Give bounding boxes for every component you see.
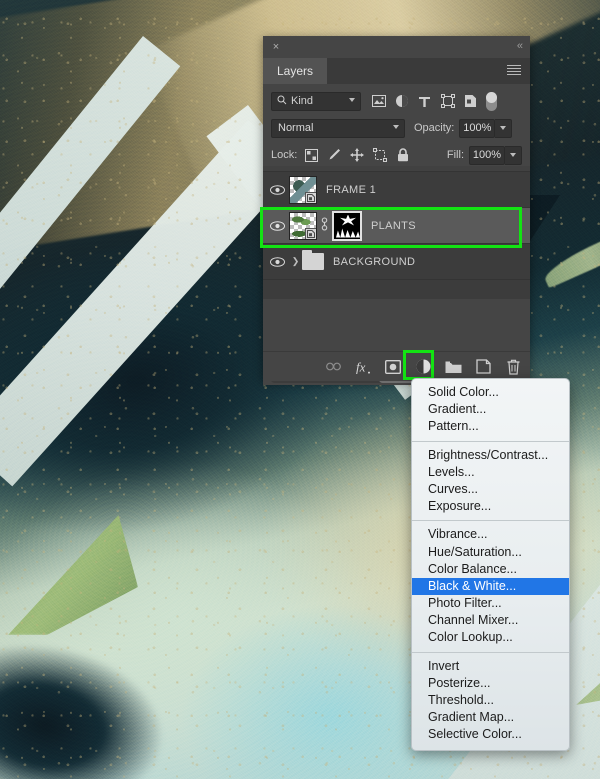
smart-object-filter-icon[interactable] — [463, 94, 478, 109]
layer-mask-shape-bottom — [336, 228, 360, 238]
chevron-down-icon — [500, 126, 507, 130]
layers-panel-footer: fx — [263, 351, 530, 381]
menu-item-posterize[interactable]: Posterize... — [412, 675, 569, 692]
link-layers-button[interactable] — [324, 358, 342, 376]
panel-tab-bar: Layers — [263, 58, 530, 84]
layer-row-background[interactable]: ❯ BACKGROUND — [263, 244, 530, 280]
layer-visibility-toggle-icon[interactable] — [265, 220, 289, 231]
screenshot-root: × « Layers Kind Normal Opacity: 100% Loc… — [0, 0, 600, 779]
menu-separator — [412, 440, 569, 442]
svg-text:fx: fx — [356, 359, 366, 374]
new-group-button[interactable] — [444, 358, 462, 376]
mask-link-icon[interactable] — [319, 217, 330, 234]
menu-item-color-lookup[interactable]: Color Lookup... — [412, 629, 569, 646]
search-icon — [277, 95, 287, 108]
lock-artboard-nesting-icon[interactable] — [373, 148, 388, 162]
menu-separator — [412, 520, 569, 522]
menu-item-gradient[interactable]: Gradient... — [412, 401, 569, 418]
delete-layer-button[interactable] — [504, 358, 522, 376]
adjustment-filter-icon[interactable] — [394, 94, 409, 109]
filter-icon-group — [371, 94, 478, 109]
layer-thumbnail[interactable] — [289, 175, 317, 204]
lock-row: Lock: Fill: 100% — [271, 144, 522, 166]
menu-item-threshold[interactable]: Threshold... — [412, 692, 569, 709]
layer-mask-thumbnail[interactable] — [332, 210, 362, 241]
chevron-right-icon[interactable]: ❯ — [289, 256, 302, 267]
fill-input[interactable]: 100% — [469, 145, 505, 165]
menu-item-exposure[interactable]: Exposure... — [412, 498, 569, 515]
layer-style-fx-button[interactable]: fx — [354, 358, 372, 376]
opacity-label: Opacity: — [414, 122, 455, 134]
fill-label: Fill: — [446, 149, 464, 161]
add-layer-mask-button[interactable] — [384, 358, 402, 376]
smart-object-badge-icon — [305, 191, 316, 203]
layer-visibility-toggle-icon[interactable] — [265, 184, 289, 195]
menu-item-black-white[interactable]: Black & White... — [412, 577, 569, 596]
menu-item-channel-mixer[interactable]: Channel Mixer... — [412, 612, 569, 629]
shape-filter-icon[interactable] — [440, 94, 455, 109]
layer-mask-shape-top — [340, 214, 356, 226]
menu-item-brightness-contrast[interactable]: Brightness/Contrast... — [412, 447, 569, 464]
layer-name-label: PLANTS — [371, 219, 416, 232]
menu-item-photo-filter[interactable]: Photo Filter... — [412, 595, 569, 612]
layer-visibility-toggle-icon[interactable] — [265, 256, 289, 267]
blend-mode-row: Normal Opacity: 100% — [271, 117, 522, 139]
menu-item-invert[interactable]: Invert — [412, 658, 569, 675]
lock-position-icon[interactable] — [350, 148, 365, 162]
layer-list[interactable]: FRAME 1 PLANTS ❯ BACKGROUND — [263, 171, 530, 299]
filter-kind-value: Kind — [291, 95, 314, 107]
lock-all-icon[interactable] — [396, 148, 410, 162]
collapse-panel-icon[interactable]: « — [517, 40, 523, 52]
tab-layers[interactable]: Layers — [263, 58, 328, 84]
filter-enable-toggle[interactable] — [486, 91, 497, 111]
close-icon[interactable]: × — [270, 41, 282, 53]
type-filter-icon[interactable] — [417, 94, 432, 109]
panel-title-bar: × « — [263, 36, 530, 58]
opacity-input[interactable]: 100% — [459, 118, 496, 138]
menu-item-color-balance[interactable]: Color Balance... — [412, 561, 569, 578]
menu-item-solid-color[interactable]: Solid Color... — [412, 384, 569, 401]
menu-item-curves[interactable]: Curves... — [412, 481, 569, 498]
filter-kind-select[interactable]: Kind — [271, 91, 361, 111]
opacity-stepper[interactable] — [495, 118, 513, 138]
menu-item-selective-color[interactable]: Selective Color... — [412, 726, 569, 743]
blend-mode-select[interactable]: Normal — [271, 118, 405, 138]
layer-name-label: BACKGROUND — [333, 255, 416, 268]
lock-transparent-pixels-icon[interactable] — [304, 148, 318, 162]
chevron-down-icon — [349, 97, 355, 102]
filter-row: Kind — [271, 90, 522, 112]
menu-item-gradient-map[interactable]: Gradient Map... — [412, 709, 569, 726]
layer-name-label: FRAME 1 — [326, 183, 377, 196]
pixel-filter-icon[interactable] — [371, 94, 386, 109]
menu-item-levels[interactable]: Levels... — [412, 464, 569, 481]
layer-row-plants[interactable]: PLANTS — [263, 208, 530, 244]
panel-controls: Kind Normal Opacity: 100% Lock: Fill: 10… — [263, 84, 530, 166]
fill-stepper[interactable] — [505, 145, 522, 165]
chevron-down-icon — [510, 153, 516, 157]
folder-icon — [302, 250, 324, 270]
blend-mode-value: Normal — [278, 122, 314, 134]
new-adjustment-layer-button[interactable] — [414, 358, 432, 376]
lock-image-pixels-icon[interactable] — [327, 148, 341, 162]
panel-menu-icon[interactable] — [507, 65, 521, 77]
menu-item-hue-saturation[interactable]: Hue/Saturation... — [412, 544, 569, 561]
menu-item-pattern[interactable]: Pattern... — [412, 418, 569, 435]
layer-thumbnail[interactable] — [289, 211, 317, 240]
menu-separator — [412, 651, 569, 653]
lock-icon-group — [304, 148, 410, 162]
lock-label: Lock: — [271, 149, 298, 161]
layers-panel: × « Layers Kind Normal Opacity: 100% Loc… — [263, 36, 530, 385]
layer-row-frame-1[interactable]: FRAME 1 — [263, 172, 530, 208]
smart-object-badge-icon — [305, 227, 316, 239]
chevron-down-icon — [393, 124, 399, 129]
new-adjustment-layer-menu[interactable]: Solid Color... Gradient... Pattern... Brigh… — [411, 378, 570, 751]
menu-item-vibrance[interactable]: Vibrance... — [412, 526, 569, 543]
new-layer-button[interactable] — [474, 358, 492, 376]
